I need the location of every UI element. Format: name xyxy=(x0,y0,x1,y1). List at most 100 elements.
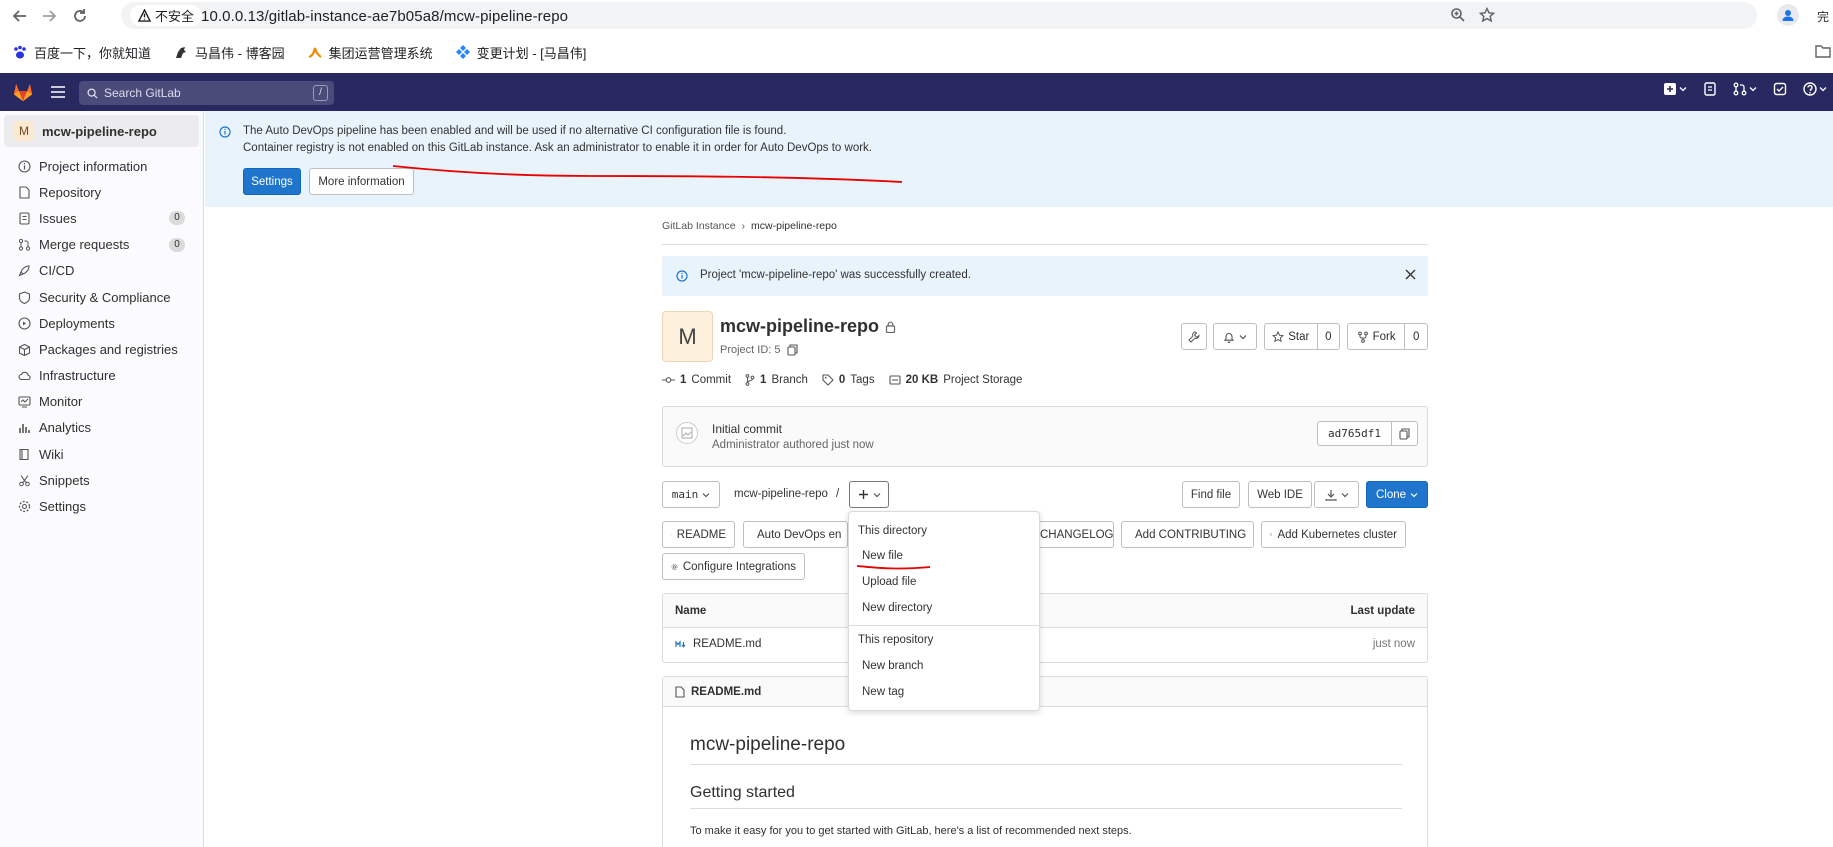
tags-stat[interactable]: 0 Tags xyxy=(822,374,875,386)
commit-sha[interactable]: ad765df1 xyxy=(1317,421,1392,446)
sidebar-item-monitor[interactable]: Monitor xyxy=(0,389,203,415)
sidebar-item-project-information[interactable]: Project information xyxy=(0,153,203,179)
sidebar-item-analytics[interactable]: Analytics xyxy=(0,415,203,441)
back-button[interactable] xyxy=(9,5,31,27)
sidebar-item-snippets[interactable]: Snippets xyxy=(0,467,203,493)
auto-devops-button[interactable]: Auto DevOps en xyxy=(743,521,848,548)
plus-square-icon xyxy=(1664,83,1676,95)
forward-button[interactable] xyxy=(38,5,60,27)
folder-icon[interactable] xyxy=(1815,44,1831,58)
star-button-group[interactable]: Star 0 xyxy=(1264,323,1340,350)
commit-title[interactable]: Initial commit xyxy=(712,422,782,436)
sidebar-item-label: Repository xyxy=(39,184,102,200)
sidebar-item-merge-requests[interactable]: Merge requests 0 xyxy=(0,232,203,258)
menu-item-new-directory[interactable]: New directory xyxy=(862,602,932,614)
settings-button[interactable]: Settings xyxy=(243,168,301,195)
readme-subtitle: Getting started xyxy=(690,784,795,801)
search-input[interactable]: Search GitLab / xyxy=(79,81,334,105)
search-shortcut: / xyxy=(313,85,328,101)
find-file-button[interactable]: Find file xyxy=(1182,481,1240,508)
zoom-icon[interactable] xyxy=(1450,7,1466,23)
gitlab-logo-icon[interactable] xyxy=(12,81,34,103)
add-to-tree-button[interactable] xyxy=(849,481,889,508)
chevron-down-icon xyxy=(873,492,880,497)
commits-stat[interactable]: 1 Commit xyxy=(662,374,731,386)
sidebar-item-label: Snippets xyxy=(39,472,90,488)
bookmark-group-ops[interactable]: 集团运营管理系统 xyxy=(307,43,433,62)
branch-selector[interactable]: main xyxy=(662,481,720,508)
menu-item-upload-file[interactable]: Upload file xyxy=(862,576,916,588)
sidebar-item-infrastructure[interactable]: Infrastructure xyxy=(0,363,203,389)
web-ide-button[interactable]: Web IDE xyxy=(1248,481,1312,508)
notifications-dropdown[interactable] xyxy=(1213,323,1257,350)
monitor-icon xyxy=(18,396,31,408)
breadcrumb-separator-icon: › xyxy=(741,220,746,232)
breadcrumb-parent[interactable]: GitLab Instance xyxy=(662,220,736,232)
breadcrumb-current[interactable]: mcw-pipeline-repo xyxy=(751,220,837,232)
download-button[interactable] xyxy=(1314,481,1359,508)
security-chip[interactable]: 不安全 xyxy=(130,5,203,26)
configure-integrations-button[interactable]: Configure Integrations xyxy=(662,553,805,580)
star-count[interactable]: 0 xyxy=(1318,324,1339,349)
star-bookmark-icon[interactable] xyxy=(1479,7,1495,23)
file-name-cell[interactable]: README.md xyxy=(675,638,761,650)
menu-item-new-file[interactable]: New file xyxy=(862,550,903,562)
menu-item-new-branch[interactable]: New branch xyxy=(862,660,923,672)
branches-stat[interactable]: 1 Branch xyxy=(745,374,808,386)
copy-icon[interactable] xyxy=(786,344,798,356)
bookmark-change-plan[interactable]: 变更计划 - [马昌伟] xyxy=(455,43,586,62)
chevron-down-icon xyxy=(1410,492,1418,497)
bookmark-cnblogs[interactable]: 马昌伟 - 博客园 xyxy=(173,43,285,62)
fork-button[interactable]: Fork xyxy=(1348,324,1406,349)
table-header: Name Last update xyxy=(663,594,1427,628)
sidebar-item-security-compliance[interactable]: Security & Compliance xyxy=(0,284,203,310)
sidebar-item-packages-and-registries[interactable]: Packages and registries xyxy=(0,336,203,362)
bookmark-baidu[interactable]: 百度一下，你就知道 xyxy=(12,43,151,62)
changelog-button[interactable]: CHANGELOG xyxy=(1034,521,1114,548)
sidebar-item-issues[interactable]: Issues 0 xyxy=(0,205,203,231)
address-bar[interactable]: 不安全 10.0.0.13/gitlab-instance-ae7b05a8/m… xyxy=(121,2,1757,29)
sidebar-project-context[interactable]: M mcw-pipeline-repo xyxy=(4,115,199,147)
readme-button[interactable]: README xyxy=(662,521,735,548)
add-kubernetes-button[interactable]: Add Kubernetes cluster xyxy=(1261,521,1406,548)
fork-button-group[interactable]: Fork 0 xyxy=(1347,323,1428,350)
help-nav-button[interactable] xyxy=(1803,82,1827,96)
todos-nav-button[interactable] xyxy=(1773,82,1787,96)
sidebar-item-label: Settings xyxy=(39,499,86,515)
profile-avatar-icon[interactable] xyxy=(1777,4,1799,26)
storage-stat[interactable]: 20 KB Project Storage xyxy=(889,374,1022,386)
sidebar-item-ci-cd[interactable]: CI/CD xyxy=(0,258,203,284)
arrow-left-icon xyxy=(12,10,26,22)
add-contributing-button[interactable]: Add CONTRIBUTING xyxy=(1121,521,1254,548)
sidebar-item-settings[interactable]: Settings xyxy=(0,493,203,519)
copy-sha-button[interactable] xyxy=(1391,421,1418,446)
star-label: Star xyxy=(1288,330,1310,343)
clone-button[interactable]: Clone xyxy=(1366,481,1428,508)
project-avatar-small: M xyxy=(14,121,34,141)
sidebar-item-deployments[interactable]: Deployments xyxy=(0,310,203,336)
sidebar-item-wiki[interactable]: Wiki xyxy=(0,441,203,467)
star-button[interactable]: Star xyxy=(1265,324,1318,349)
merge-requests-nav-button[interactable] xyxy=(1733,82,1757,96)
reload-button[interactable] xyxy=(69,5,91,27)
gear-icon xyxy=(671,563,678,570)
more-information-button[interactable]: More information xyxy=(309,168,414,195)
breadcrumb: GitLab Instance › mcw-pipeline-repo xyxy=(662,220,837,232)
issues-nav-button[interactable] xyxy=(1703,82,1717,96)
project-stats: 1 Commit 1 Branch 0 Tags 20 KB Project Stora… xyxy=(662,374,1022,386)
table-row[interactable]: README.md just now xyxy=(663,628,1427,662)
commit-author[interactable]: Administrator xyxy=(712,439,780,451)
create-new-button[interactable] xyxy=(1663,82,1687,96)
url-text[interactable]: 10.0.0.13/gitlab-instance-ae7b05a8/mcw-p… xyxy=(201,8,568,25)
readme-filename[interactable]: README.md xyxy=(691,686,761,698)
close-icon[interactable] xyxy=(1405,269,1416,280)
download-icon xyxy=(1324,489,1337,501)
commit-meta: Administrator authored just now xyxy=(712,439,874,451)
menu-item-new-tag[interactable]: New tag xyxy=(862,686,904,698)
project-settings-button[interactable] xyxy=(1181,323,1207,350)
add-kubernetes-label: Add Kubernetes cluster xyxy=(1277,528,1397,541)
sidebar-item-repository[interactable]: Repository xyxy=(0,179,203,205)
fork-count[interactable]: 0 xyxy=(1405,324,1427,349)
repo-path-root[interactable]: mcw-pipeline-repo xyxy=(734,488,828,500)
hamburger-menu-icon[interactable] xyxy=(50,85,66,99)
